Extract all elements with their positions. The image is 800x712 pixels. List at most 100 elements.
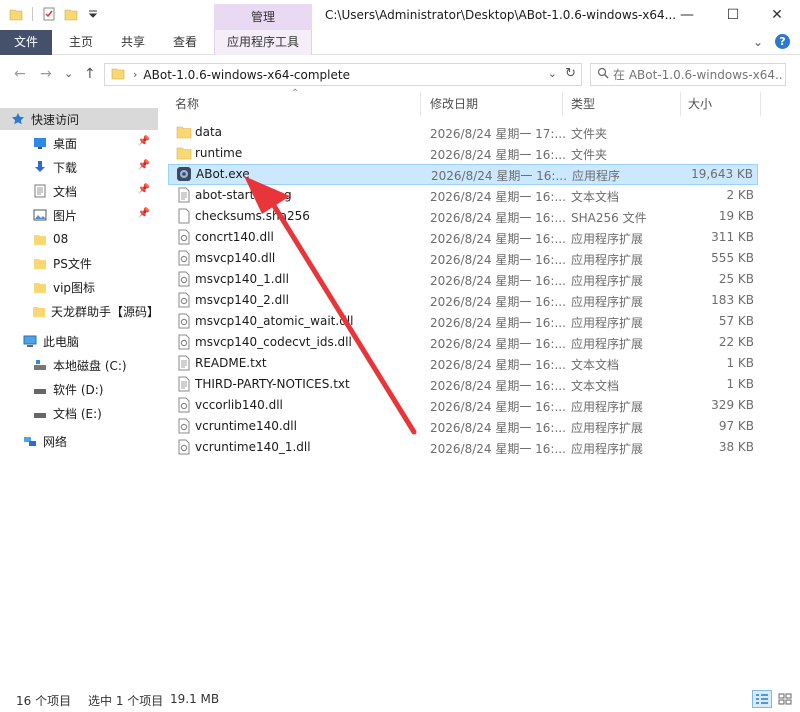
file-row[interactable]: msvcp140_2.dll 2026/8/24 星期一 16:... 应用程序… xyxy=(168,290,758,311)
column-divider[interactable] xyxy=(420,92,421,116)
file-size: 22 KB xyxy=(718,335,754,349)
customize-toolbar-icon[interactable] xyxy=(85,6,101,22)
file-row[interactable]: vccorlib140.dll 2026/8/24 星期一 16:... 应用程… xyxy=(168,395,758,416)
tab-view[interactable]: 查看 xyxy=(160,30,210,55)
close-button[interactable]: ✕ xyxy=(754,0,800,30)
sidebar-item-network[interactable]: 网络 xyxy=(0,430,158,452)
sidebar-item-label: 快速访问 xyxy=(31,112,80,127)
column-header-date[interactable]: 修改日期 xyxy=(430,92,478,116)
pin-icon[interactable]: 📌 xyxy=(138,136,150,147)
search-box[interactable] xyxy=(590,63,786,86)
sidebar-item-label: 桌面 xyxy=(53,136,78,151)
address-bar[interactable]: › ABot-1.0.6-windows-x64-complete ⌄ ↻ xyxy=(104,63,582,86)
column-divider[interactable] xyxy=(562,92,563,116)
file-row[interactable]: msvcp140_1.dll 2026/8/24 星期一 16:... 应用程序… xyxy=(168,269,758,290)
file-size: 1 KB xyxy=(726,377,754,391)
help-icon[interactable]: ? xyxy=(775,34,790,49)
large-icons-view-button[interactable] xyxy=(775,690,795,708)
sidebar-item-ps-files[interactable]: PS文件 xyxy=(0,252,158,274)
file-row-selected[interactable]: ABot.exe 2026/8/24 星期一 16:... 应用程序 19,64… xyxy=(168,164,758,185)
file-row[interactable]: THIRD-PARTY-NOTICES.txt 2026/8/24 星期一 16… xyxy=(168,374,758,395)
file-size: 183 KB xyxy=(711,293,754,307)
sidebar-item-documents[interactable]: 文档 📌 xyxy=(0,180,158,202)
sidebar-item-tianlong[interactable]: 天龙群助手【源码】 xyxy=(0,300,158,322)
file-name: vcruntime140_1.dll xyxy=(195,440,311,454)
selection-count: 选中 1 个项目 xyxy=(88,694,164,708)
sidebar-item-desktop[interactable]: 桌面 📌 xyxy=(0,132,158,154)
column-divider[interactable] xyxy=(760,92,761,116)
file-row[interactable]: runtime 2026/8/24 星期一 16:... 文件夹 xyxy=(168,143,758,164)
column-divider[interactable] xyxy=(680,92,681,116)
ribbon-controls: ⌄ ? xyxy=(753,34,790,49)
file-row[interactable]: msvcp140_codecvt_ids.dll 2026/8/24 星期一 1… xyxy=(168,332,758,353)
properties-icon[interactable] xyxy=(41,6,57,22)
window-title: C:\Users\Administrator\Desktop\ABot-1.0.… xyxy=(325,8,677,22)
search-input[interactable] xyxy=(613,67,783,82)
file-row[interactable]: msvcp140.dll 2026/8/24 星期一 16:... 应用程序扩展… xyxy=(168,248,758,269)
file-date: 2026/8/24 星期一 16:... xyxy=(430,148,566,162)
file-row[interactable]: vcruntime140_1.dll 2026/8/24 星期一 16:... … xyxy=(168,437,758,458)
maximize-button[interactable]: ☐ xyxy=(710,0,756,30)
sidebar-item-label: 本地磁盘 (C:) xyxy=(53,358,127,373)
details-view-button[interactable] xyxy=(752,690,772,708)
pin-icon[interactable]: 📌 xyxy=(138,160,150,171)
quick-access-toolbar xyxy=(8,6,101,22)
file-row[interactable]: abot-startup.log 2026/8/24 星期一 16:... 文本… xyxy=(168,185,758,206)
tab-file[interactable]: 文件 xyxy=(0,30,52,55)
tab-application-tools[interactable]: 应用程序工具 xyxy=(214,30,312,55)
sidebar-item-this-pc[interactable]: 此电脑 xyxy=(0,330,158,352)
up-button[interactable]: ↑ xyxy=(84,66,96,82)
sidebar-item-label: 下载 xyxy=(53,160,78,175)
file-row[interactable]: checksums.sha256 2026/8/24 星期一 16:... SH… xyxy=(168,206,758,227)
file-type: 文本文档 xyxy=(571,190,620,204)
dll-file-icon xyxy=(178,334,190,350)
file-row[interactable]: concrt140.dll 2026/8/24 星期一 16:... 应用程序扩… xyxy=(168,227,758,248)
sidebar-item-label: 软件 (D:) xyxy=(53,382,104,397)
chevron-down-icon[interactable]: ⌄ xyxy=(548,67,557,80)
sidebar-item-label: 图片 xyxy=(53,208,78,223)
toolbar-divider xyxy=(32,7,33,21)
picture-icon xyxy=(32,207,48,223)
column-header-type[interactable]: 类型 xyxy=(571,92,595,116)
forward-button[interactable]: → xyxy=(40,66,52,82)
sidebar-item-downloads[interactable]: 下载 📌 xyxy=(0,156,158,178)
file-date: 2026/8/24 星期一 16:... xyxy=(430,211,566,225)
file-date: 2026/8/24 星期一 17:... xyxy=(430,127,566,141)
sidebar-item-drive-d[interactable]: 软件 (D:) xyxy=(0,378,158,400)
file-name: README.txt xyxy=(195,356,267,370)
folder-icon xyxy=(32,255,48,271)
file-row[interactable]: msvcp140_atomic_wait.dll 2026/8/24 星期一 1… xyxy=(168,311,758,332)
manage-tab[interactable]: 管理 xyxy=(214,4,312,30)
column-header-name[interactable]: 名称 xyxy=(175,92,199,116)
address-path[interactable]: ABot-1.0.6-windows-x64-complete xyxy=(143,68,350,82)
sidebar-item-08[interactable]: 08 xyxy=(0,228,158,250)
sidebar-item-drive-e[interactable]: 文档 (E:) xyxy=(0,402,158,424)
drive-icon xyxy=(32,381,48,397)
file-date: 2026/8/24 星期一 16:... xyxy=(430,253,566,267)
tab-share[interactable]: 共享 xyxy=(108,30,158,55)
recent-locations-button[interactable]: ⌄ xyxy=(64,67,73,80)
file-name: concrt140.dll xyxy=(195,230,274,244)
column-header-size[interactable]: 大小 xyxy=(688,92,712,116)
minimize-button[interactable]: — xyxy=(664,0,710,30)
chevron-right-icon[interactable]: › xyxy=(133,68,137,81)
expand-ribbon-icon[interactable]: ⌄ xyxy=(753,35,763,49)
file-type: 应用程序扩展 xyxy=(571,232,644,246)
tab-home[interactable]: 主页 xyxy=(56,30,106,55)
file-row[interactable]: data 2026/8/24 星期一 17:... 文件夹 xyxy=(168,122,758,143)
sidebar-item-quick-access[interactable]: 快速访问 xyxy=(0,108,158,130)
pin-icon[interactable]: 📌 xyxy=(138,184,150,195)
file-row[interactable]: README.txt 2026/8/24 星期一 16:... 文本文档 1 K… xyxy=(168,353,758,374)
sidebar-item-pictures[interactable]: 图片 📌 xyxy=(0,204,158,226)
file-name: msvcp140_atomic_wait.dll xyxy=(195,314,354,328)
file-size: 311 KB xyxy=(711,230,754,244)
navigation-bar: ← → ⌄ ↑ › ABot-1.0.6-windows-x64-complet… xyxy=(0,56,800,92)
file-row[interactable]: vcruntime140.dll 2026/8/24 星期一 16:... 应用… xyxy=(168,416,758,437)
refresh-icon[interactable]: ↻ xyxy=(565,66,576,81)
new-folder-icon[interactable] xyxy=(63,6,79,22)
pin-icon[interactable]: 📌 xyxy=(138,208,150,219)
folder-icon xyxy=(8,6,24,22)
back-button[interactable]: ← xyxy=(14,66,26,82)
sidebar-item-drive-c[interactable]: 本地磁盘 (C:) xyxy=(0,354,158,376)
sidebar-item-vip-icons[interactable]: vip图标 xyxy=(0,276,158,298)
